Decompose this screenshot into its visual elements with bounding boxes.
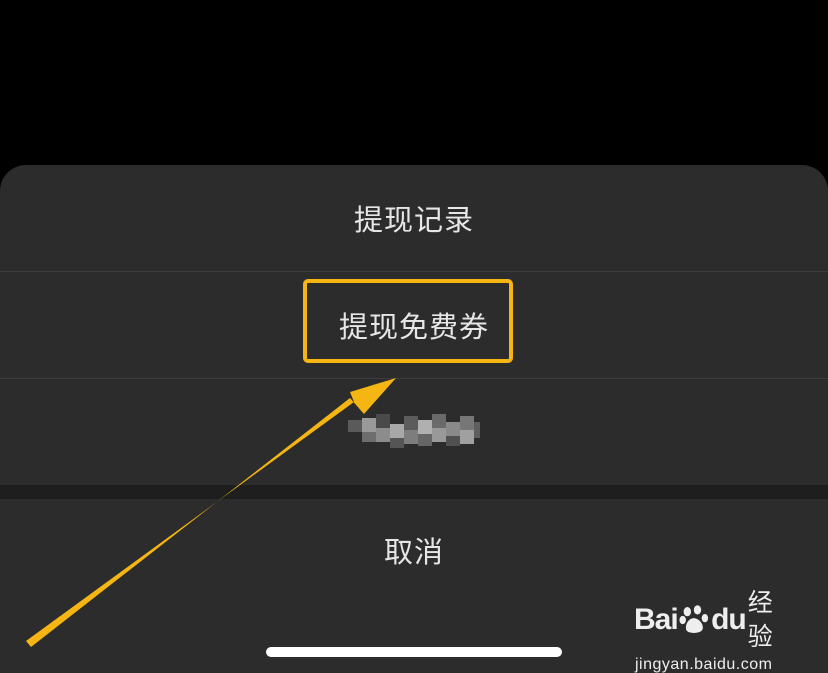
brand-jingyan: 经验 [747, 588, 773, 651]
brand-du: du [711, 603, 747, 636]
brand-bai: Bai [634, 603, 679, 636]
watermark-brand: Bai du 经验 [634, 586, 794, 654]
withdrawal-free-coupon-label: 提现免费券 [338, 310, 489, 344]
section-gap [0, 485, 828, 499]
paw-icon [679, 605, 708, 633]
watermark: Bai du 经验 jingyan.baidu.com [634, 586, 794, 673]
pixelated-redaction [348, 410, 480, 452]
home-indicator[interactable] [266, 647, 562, 657]
withdrawal-records-label: 提现记录 [353, 203, 474, 237]
watermark-url: jingyan.baidu.com [635, 656, 773, 673]
screen: 提现记录 提现免费券 取消 Bai du 经验 jingyan.baidu.co… [0, 0, 828, 673]
cancel-label: 取消 [383, 535, 444, 569]
withdrawal-records-option[interactable]: 提现记录 [0, 165, 828, 271]
withdrawal-free-coupon-option[interactable]: 提现免费券 [0, 272, 828, 378]
